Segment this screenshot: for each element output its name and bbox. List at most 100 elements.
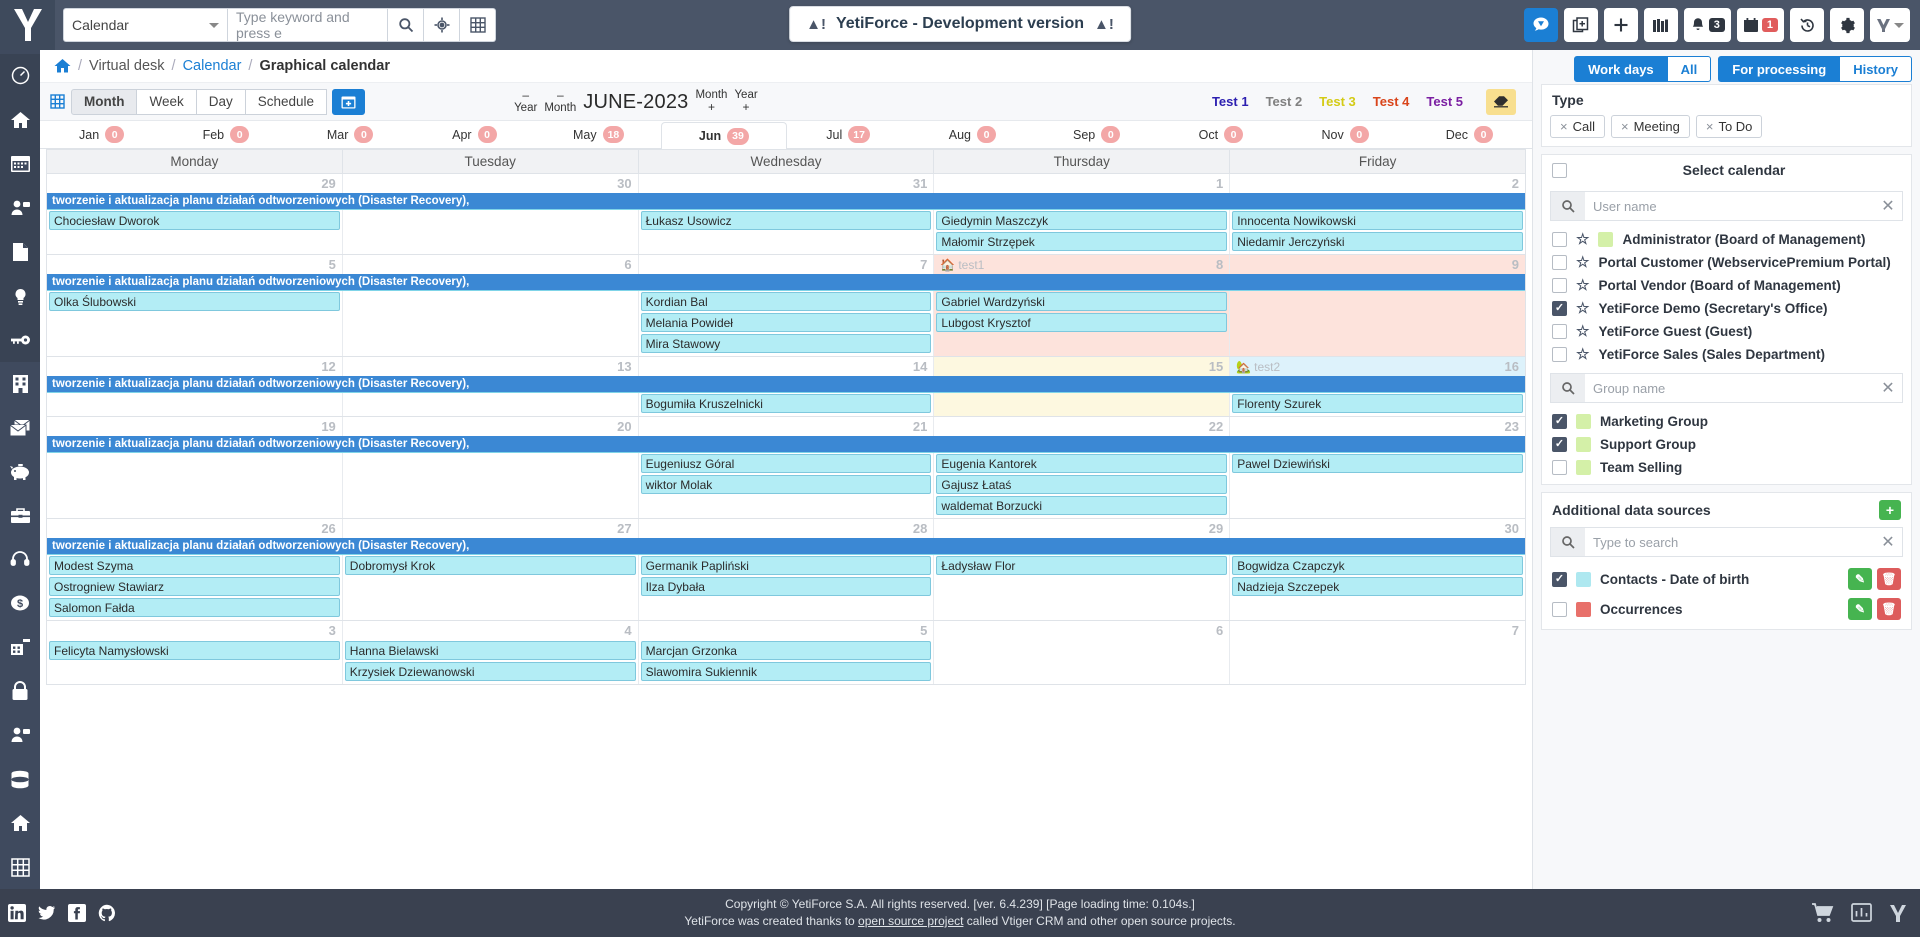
data-source-checkbox[interactable]: ✓ <box>1552 571 1567 587</box>
rail-item-contacts[interactable] <box>0 185 40 230</box>
month-tab-may[interactable]: May 18 <box>537 121 661 148</box>
cart-icon[interactable] <box>1811 903 1835 923</box>
event-item[interactable]: Felicyta Namysłowski <box>49 641 340 660</box>
group-search[interactable]: Group name ✕ <box>1550 373 1903 403</box>
event-item[interactable]: Pawel Dziewiński <box>1232 454 1523 473</box>
day-cell-number[interactable]: 30 <box>1230 519 1525 538</box>
rail-item-modules[interactable] <box>0 845 40 889</box>
toggle-for-processing[interactable]: For processing <box>1718 56 1841 82</box>
event-item[interactable]: Łukasz Usowicz <box>640 211 932 230</box>
rail-item-documents[interactable] <box>0 229 40 274</box>
star-icon[interactable]: ☆ <box>1576 232 1589 247</box>
day-cell-number[interactable]: 🏠 test1 8 <box>934 255 1231 274</box>
event-item[interactable]: Modest Szyma <box>49 556 340 575</box>
day-cell-number[interactable]: 6 <box>343 255 639 274</box>
month-tab-feb[interactable]: Feb 0 <box>164 121 288 148</box>
group-row-marketing[interactable]: ✓ Marketing Group <box>1542 410 1911 433</box>
quick-create-record-button[interactable] <box>1563 8 1598 42</box>
modules-grid-button[interactable] <box>460 8 496 42</box>
event-item[interactable]: Gabriel Wardzyński <box>936 292 1228 311</box>
week-banner[interactable]: tworzenie i aktualizacja planu działań o… <box>47 436 1525 453</box>
month-next-button[interactable]: Month + <box>695 89 727 114</box>
event-item[interactable]: Ilza Dybała <box>640 577 932 596</box>
test-filter-1[interactable]: Test 1 <box>1212 94 1249 109</box>
day-cell-number[interactable]: 15 <box>934 357 1231 376</box>
view-button-month[interactable]: Month <box>71 88 138 115</box>
data-source-row-occurrences[interactable]: Occurrences ✎ 🗑 <box>1542 594 1911 629</box>
event-item[interactable]: Innocenta Nowikowski <box>1232 211 1523 230</box>
add-data-source-button[interactable]: + <box>1879 500 1901 520</box>
rail-item-security[interactable] <box>0 669 40 713</box>
linkedin-icon[interactable] <box>8 904 26 922</box>
trash-icon[interactable]: 🗑 <box>1877 568 1901 590</box>
test-filter-5[interactable]: Test 5 <box>1426 94 1463 109</box>
event-item[interactable]: Dobromysł Krok <box>344 556 636 575</box>
week-banner[interactable]: tworzenie i aktualizacja planu działań o… <box>47 193 1525 210</box>
day-cell-number[interactable]: 29 <box>934 519 1231 538</box>
github-icon[interactable] <box>98 904 116 922</box>
day-cell-number[interactable]: 2 <box>1230 174 1525 193</box>
user-checkbox[interactable]: ✓ <box>1552 301 1567 316</box>
event-item[interactable]: Ostrogniew Stawiarz <box>49 577 340 596</box>
rail-item-calendar[interactable] <box>0 141 40 186</box>
event-item[interactable]: Bogumiła Kruszelnicki <box>640 394 932 413</box>
day-cell-number[interactable]: 26 <box>47 519 343 538</box>
event-item[interactable]: Gajusz Łataś <box>936 475 1228 494</box>
data-source-row-contacts-birthday[interactable]: ✓ Contacts - Date of birth ✎ 🗑 <box>1542 564 1911 594</box>
day-cell-number[interactable]: 27 <box>343 519 639 538</box>
advanced-search-button[interactable] <box>424 8 460 42</box>
rail-item-dashboard[interactable] <box>0 54 40 98</box>
rail-item-house[interactable] <box>0 801 40 845</box>
event-item[interactable]: Niedamir Jerczyński <box>1232 232 1523 251</box>
day-cell-number[interactable]: 7 <box>639 255 935 274</box>
clear-filters-button[interactable] <box>1486 88 1516 115</box>
edit-icon[interactable]: ✎ <box>1848 568 1872 590</box>
star-icon[interactable]: ☆ <box>1576 324 1589 339</box>
user-row-yetiforce-guest[interactable]: ☆ YetiForce Guest (Guest) <box>1542 320 1911 343</box>
star-icon[interactable]: ☆ <box>1576 347 1589 362</box>
event-item[interactable]: Florenty Szurek <box>1232 394 1523 413</box>
type-chip-call[interactable]: × Call <box>1550 115 1605 138</box>
calendar-reminder-button[interactable]: 1 <box>1736 8 1784 42</box>
search-button[interactable] <box>388 8 424 42</box>
data-source-checkbox[interactable] <box>1552 601 1567 617</box>
test-filter-2[interactable]: Test 2 <box>1266 94 1303 109</box>
event-item[interactable]: Marcjan Grzonka <box>640 641 932 660</box>
user-row-yetiforce-sales[interactable]: ☆ YetiForce Sales (Sales Department) <box>1542 343 1911 366</box>
week-banner[interactable]: tworzenie i aktualizacja planu działań o… <box>47 538 1525 555</box>
event-item[interactable]: Melania Powideł <box>640 313 932 332</box>
star-icon[interactable]: ☆ <box>1576 278 1589 293</box>
month-tab-oct[interactable]: Oct 0 <box>1159 121 1283 148</box>
month-tab-mar[interactable]: Mar 0 <box>289 121 413 148</box>
user-checkbox[interactable] <box>1552 255 1567 270</box>
event-item[interactable]: Kordian Bal <box>640 292 932 311</box>
user-checkbox[interactable] <box>1552 232 1567 247</box>
month-tab-jan[interactable]: Jan 0 <box>40 121 164 148</box>
day-cell-number[interactable]: 5 <box>639 621 935 640</box>
tab-events[interactable]: Events <box>1532 50 1533 59</box>
group-search-input[interactable]: Group name <box>1585 381 1874 396</box>
event-item[interactable]: Germanik Papliński <box>640 556 932 575</box>
add-event-button[interactable] <box>332 88 366 115</box>
day-cell-number[interactable]: 23 <box>1230 417 1525 436</box>
trash-icon[interactable]: 🗑 <box>1877 598 1901 620</box>
week-banner[interactable]: tworzenie i aktualizacja planu działań o… <box>47 376 1525 393</box>
day-cell-number[interactable]: 13 <box>343 357 639 376</box>
event-item[interactable]: Eugeniusz Góral <box>640 454 932 473</box>
event-item[interactable]: Eugenia Kantorek <box>936 454 1228 473</box>
day-cell-number[interactable]: 30 <box>343 174 639 193</box>
month-tab-sep[interactable]: Sep 0 <box>1035 121 1159 148</box>
day-cell-number[interactable]: 19 <box>47 417 343 436</box>
event-item[interactable]: Bogwidza Czapczyk <box>1232 556 1523 575</box>
event-item[interactable]: Mira Stawowy <box>640 334 932 353</box>
rail-item-support[interactable] <box>0 537 40 581</box>
type-chip-todo[interactable]: × To Do <box>1695 115 1763 138</box>
open-source-project-link[interactable]: open source project <box>858 914 963 928</box>
month-tab-dec[interactable]: Dec 0 <box>1408 121 1532 148</box>
event-item[interactable]: wiktor Molak <box>640 475 932 494</box>
group-checkbox[interactable]: ✓ <box>1552 414 1567 429</box>
add-button[interactable] <box>1603 8 1638 42</box>
group-checkbox[interactable] <box>1552 460 1567 475</box>
event-item[interactable]: Olka Ślubowski <box>49 292 340 311</box>
rail-item-database[interactable] <box>0 757 40 801</box>
